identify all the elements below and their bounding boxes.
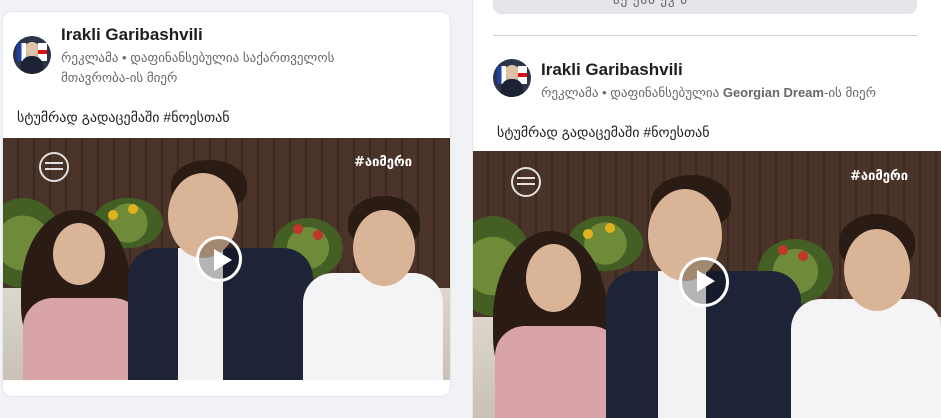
- post-caption: სტუმრად გადაცემაში #ნოესთან: [17, 109, 230, 125]
- sponsor-info: რეკლამა • დაფინანსებულია საქართველოს მთა…: [61, 48, 391, 88]
- video-player[interactable]: #აიმერი: [473, 151, 941, 418]
- channel-logo-icon: [511, 167, 541, 197]
- funding-prefix: დაფინანსებულია: [130, 50, 240, 65]
- author-avatar[interactable]: [13, 36, 51, 74]
- video-player[interactable]: #აიმერი: [3, 138, 450, 380]
- sponsored-label[interactable]: რეკლამა: [61, 50, 118, 65]
- separator-dot: •: [602, 85, 607, 100]
- previous-post-bar: აქ ეაბ ეკ ბ: [493, 0, 917, 14]
- previous-post-text: აქ ეაბ ეკ ბ: [613, 0, 688, 8]
- funding-prefix: დაფინანსებულია: [610, 85, 720, 100]
- post-caption: სტუმრად გადაცემაში #ნოესთან: [497, 124, 710, 140]
- play-icon[interactable]: [679, 257, 729, 307]
- post-header: Irakli Garibashvili რეკლამა • დაფინანსებ…: [13, 24, 391, 88]
- funding-suffix: -ის მიერ: [823, 85, 876, 100]
- funding-suffix: -ის მიერ: [125, 70, 178, 85]
- channel-logo-icon: [39, 152, 69, 182]
- ad-post-card: Irakli Garibashvili რეკლამა • დაფინანსებ…: [2, 11, 451, 397]
- author-name[interactable]: Irakli Garibashvili: [541, 59, 876, 80]
- sponsored-label[interactable]: რეკლამა: [541, 85, 598, 100]
- video-hashtag: #აიმერი: [354, 155, 413, 170]
- funder-name[interactable]: Georgian Dream: [723, 85, 824, 100]
- post-header: Irakli Garibashvili რეკლამა • დაფინანსებ…: [493, 59, 876, 103]
- author-avatar[interactable]: [493, 59, 531, 97]
- author-name[interactable]: Irakli Garibashvili: [61, 24, 391, 45]
- video-hashtag: #აიმერი: [850, 169, 909, 184]
- ad-post-card: აქ ეაბ ეკ ბ Irakli Garibashvili რეკლამა …: [472, 0, 941, 418]
- divider: [493, 35, 917, 36]
- sponsor-info: რეკლამა • დაფინანსებულია Georgian Dream-…: [541, 83, 876, 103]
- separator-dot: •: [122, 50, 127, 65]
- play-icon[interactable]: [196, 236, 242, 282]
